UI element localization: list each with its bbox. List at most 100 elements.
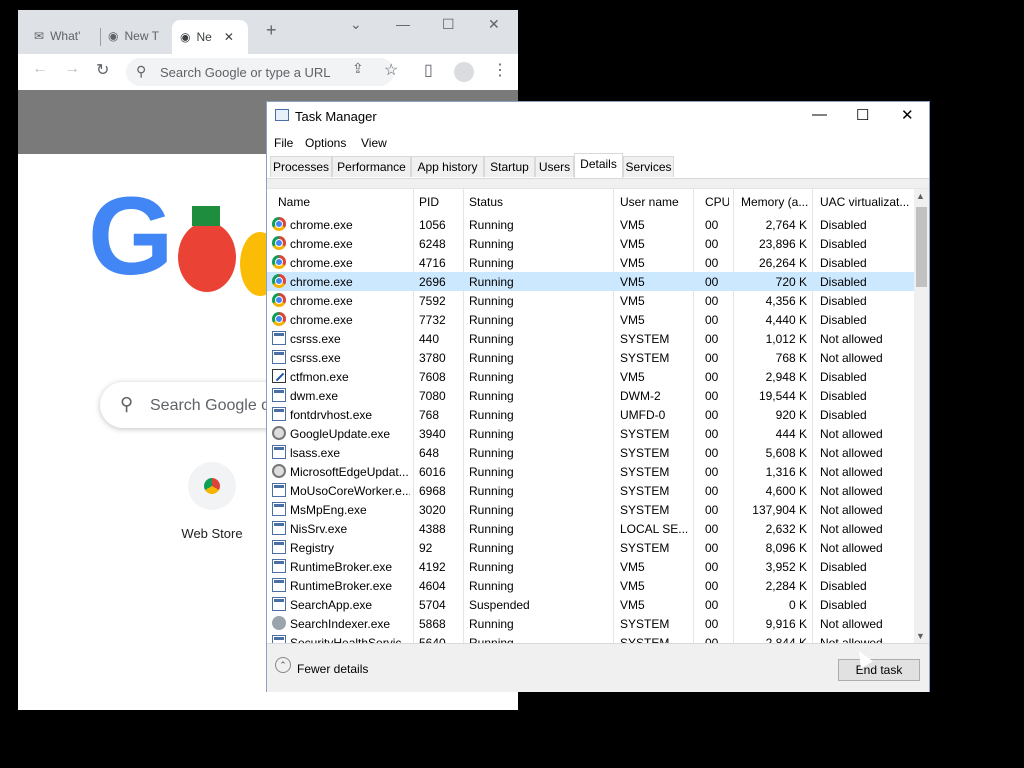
maximize-icon[interactable]: ☐: [856, 106, 869, 124]
cell-mem: 4,356 K: [765, 294, 807, 308]
table-row[interactable]: SearchIndexer.exe 5868 Running SYSTEM 00 9,91…: [267, 614, 914, 633]
table-row[interactable]: MsMpEng.exe 3020 Running SYSTEM 00 137,904 K N…: [267, 500, 914, 519]
vertical-scrollbar[interactable]: ▲ ▼: [914, 189, 929, 644]
chrome-tab-2[interactable]: ◉ Ne ✕: [172, 20, 248, 54]
new-tab-icon[interactable]: +: [266, 20, 277, 41]
table-row[interactable]: MoUsoCoreWorker.e... 6968 Running SYSTEM 00 4…: [267, 481, 914, 500]
column-pid[interactable]: PID: [419, 195, 459, 209]
scroll-thumb[interactable]: [916, 207, 927, 287]
side-panel-icon[interactable]: ▯: [424, 60, 433, 80]
cell-pid: 6968: [419, 484, 446, 498]
chrome-tabstrip: ✉ What' ◉ New T ◉ Ne ✕ + ⌄ — ☐ ✕: [18, 10, 518, 54]
table-row[interactable]: GoogleUpdate.exe 3940 Running SYSTEM 00 444 K…: [267, 424, 914, 443]
cell-user: SYSTEM: [620, 503, 670, 517]
tab-users[interactable]: Users: [535, 156, 574, 177]
gear-icon: [272, 426, 286, 440]
cell-name: RuntimeBroker.exe: [290, 579, 393, 593]
table-row[interactable]: RuntimeBroker.exe 4604 Running VM5 00 2,284 K…: [267, 576, 914, 595]
tab-details[interactable]: Details: [574, 153, 623, 178]
table-row[interactable]: MicrosoftEdgeUpdat... 6016 Running SYSTEM 00…: [267, 462, 914, 481]
cell-user: VM5: [620, 256, 645, 270]
column-user-name[interactable]: User name: [620, 195, 692, 209]
tab-startup[interactable]: Startup: [484, 156, 535, 177]
end-task-button[interactable]: End task: [838, 659, 920, 681]
column-cpu[interactable]: CPU: [705, 195, 729, 209]
cell-pid: 440: [419, 332, 440, 346]
close-tab-icon[interactable]: ✕: [224, 30, 234, 44]
web-store-shortcut[interactable]: [188, 462, 236, 510]
web-store-label[interactable]: Web Store: [168, 526, 256, 541]
title-bar[interactable]: Task Manager — ☐ ✕: [267, 102, 929, 130]
cell-pid: 3940: [419, 427, 446, 441]
table-row[interactable]: NisSrv.exe 4388 Running LOCAL SE... 00 2,632 …: [267, 519, 914, 538]
app-icon: [272, 331, 286, 345]
table-row[interactable]: csrss.exe 440 Running SYSTEM 00 1,012 K Not al…: [267, 329, 914, 348]
table-row[interactable]: RuntimeBroker.exe 4192 Running VM5 00 3,952 K…: [267, 557, 914, 576]
task-manager-window: Task Manager — ☐ ✕ File Options View Pro…: [266, 101, 930, 692]
bookmark-star-icon[interactable]: ☆: [384, 60, 398, 80]
chrome-icon: [272, 274, 286, 288]
app-icon: [272, 445, 286, 459]
table-row[interactable]: chrome.exe 1056 Running VM5 00 2,764 K Disable…: [267, 215, 914, 234]
app-icon: [272, 540, 286, 554]
chevron-down-icon[interactable]: ⌄: [350, 16, 362, 33]
cell-pid: 4192: [419, 560, 446, 574]
tab-app-history[interactable]: App history: [411, 156, 484, 177]
table-row[interactable]: lsass.exe 648 Running SYSTEM 00 5,608 K Not al…: [267, 443, 914, 462]
table-row[interactable]: chrome.exe 7732 Running VM5 00 4,440 K Disable…: [267, 310, 914, 329]
tab-processes[interactable]: Processes: [270, 156, 332, 177]
cell-pid: 5704: [419, 598, 446, 612]
share-icon[interactable]: ⇪: [352, 60, 364, 77]
scroll-up-icon[interactable]: ▲: [916, 191, 925, 201]
back-icon[interactable]: ←: [32, 60, 48, 78]
reload-icon[interactable]: ↻: [96, 60, 109, 80]
process-table: ⌃ Name PID Status User name CPU Memory (…: [267, 188, 929, 644]
menu-kebab-icon[interactable]: ⋮: [492, 60, 508, 80]
column-name[interactable]: Name: [278, 195, 408, 209]
fewer-details-link[interactable]: Fewer details: [297, 662, 368, 676]
table-row[interactable]: dwm.exe 7080 Running DWM-2 00 19,544 K Disable…: [267, 386, 914, 405]
table-row[interactable]: chrome.exe 6248 Running VM5 00 23,896 K Disabl…: [267, 234, 914, 253]
table-row[interactable]: fontdrvhost.exe 768 Running UMFD-0 00 920 K Di…: [267, 405, 914, 424]
tab-bar: Processes Performance App history Startu…: [267, 152, 929, 179]
tab-performance[interactable]: Performance: [332, 156, 411, 177]
close-icon[interactable]: ✕: [488, 16, 500, 33]
column-uac[interactable]: UAC virtualizat...: [820, 195, 912, 209]
table-row[interactable]: chrome.exe 2696 Running VM5 00 720 K Disabled: [267, 272, 914, 291]
table-row[interactable]: ctfmon.exe 7608 Running VM5 00 2,948 K Disable…: [267, 367, 914, 386]
minimize-icon[interactable]: —: [812, 106, 827, 123]
chrome-tab-0[interactable]: ✉ What': [34, 24, 104, 48]
column-status[interactable]: Status: [469, 195, 609, 209]
forward-icon[interactable]: →: [64, 60, 80, 78]
table-row[interactable]: SearchApp.exe 5704 Suspended VM5 00 0 K Disabl…: [267, 595, 914, 614]
maximize-icon[interactable]: ☐: [442, 16, 455, 33]
cell-status: Running: [469, 522, 514, 536]
menu-file[interactable]: File: [274, 136, 293, 150]
tab-services[interactable]: Services: [623, 156, 674, 177]
menu-options[interactable]: Options: [305, 136, 346, 150]
minimize-icon[interactable]: —: [396, 16, 410, 32]
cell-cpu: 00: [705, 522, 719, 536]
cell-uac: Not allowed: [820, 522, 883, 536]
cell-pid: 7592: [419, 294, 446, 308]
cell-mem: 5,608 K: [765, 446, 807, 460]
table-row[interactable]: chrome.exe 7592 Running VM5 00 4,356 K Disable…: [267, 291, 914, 310]
menu-view[interactable]: View: [361, 136, 387, 150]
table-row[interactable]: chrome.exe 4716 Running VM5 00 26,264 K Disabl…: [267, 253, 914, 272]
column-memory[interactable]: Memory (a...: [741, 195, 811, 209]
chrome-icon: [272, 255, 286, 269]
cell-status: Running: [469, 332, 514, 346]
cell-status: Running: [469, 484, 514, 498]
scroll-down-icon[interactable]: ▼: [916, 631, 925, 641]
cell-cpu: 00: [705, 541, 719, 555]
profile-avatar-icon[interactable]: [454, 62, 474, 82]
cell-user: VM5: [620, 370, 645, 384]
chevron-up-icon[interactable]: ⌃: [275, 657, 291, 673]
cell-pid: 4716: [419, 256, 446, 270]
cell-user: SYSTEM: [620, 332, 670, 346]
close-icon[interactable]: ✕: [901, 106, 914, 124]
table-row[interactable]: Registry 92 Running SYSTEM 00 8,096 K Not allo…: [267, 538, 914, 557]
table-row[interactable]: csrss.exe 3780 Running SYSTEM 00 768 K Not all…: [267, 348, 914, 367]
chrome-tab-1[interactable]: ◉ New T: [108, 24, 168, 48]
search-icon: ⚲: [136, 63, 147, 79]
